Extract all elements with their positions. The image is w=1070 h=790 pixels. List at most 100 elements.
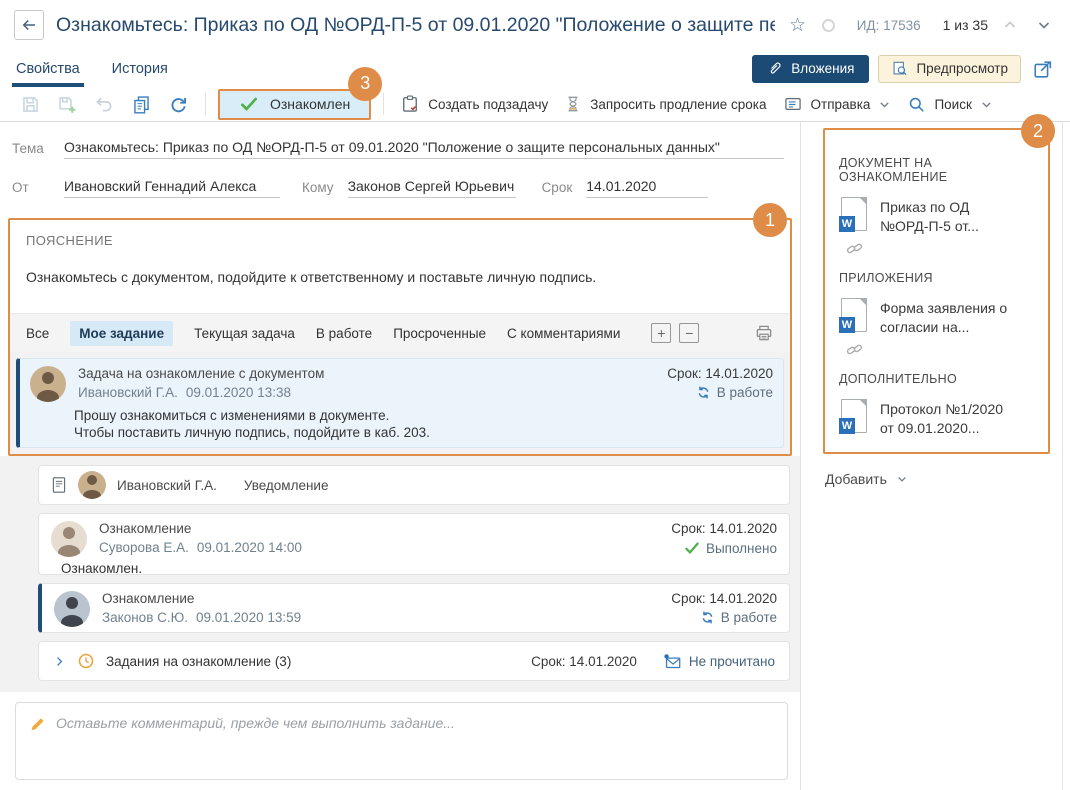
to-label: Кому: [280, 180, 348, 198]
create-subtask-button[interactable]: Создать подзадачу: [392, 89, 556, 119]
link-icon[interactable]: [846, 240, 864, 257]
chevron-down-icon: [896, 473, 908, 485]
envelope-icon: [663, 653, 682, 670]
request-extension-button[interactable]: Запросить продление срока: [556, 89, 774, 119]
next-item-button[interactable]: [1032, 13, 1056, 37]
link-icon[interactable]: [846, 341, 864, 358]
to-field[interactable]: Законов Сергей Юрьевич: [348, 178, 516, 198]
task-form: Тема Ознакомьтесь: Приказ по ОД №ОРД-П-5…: [0, 122, 800, 218]
subject-field[interactable]: Ознакомьтесь: Приказ по ОД №ОРД-П-5 от 0…: [64, 139, 784, 159]
favorite-star-icon[interactable]: ☆: [789, 16, 806, 35]
comment-box[interactable]: [15, 702, 788, 780]
filter-current-task[interactable]: Текущая задача: [194, 326, 295, 341]
send-label: Отправка: [811, 97, 871, 112]
open-in-window-icon[interactable]: [1030, 56, 1056, 82]
tab-history[interactable]: История: [110, 50, 170, 87]
notification-row[interactable]: Ивановский Г.А. Уведомление: [38, 465, 790, 505]
clock-icon: [77, 652, 95, 670]
task-row-completed[interactable]: Ознакомление Суворова Е.А.09.01.2020 14:…: [38, 513, 790, 575]
annotation-badge-2: 2: [1021, 114, 1055, 148]
collapse-all-button[interactable]: −: [679, 323, 699, 343]
task-due: Срок: 14.01.2020: [671, 591, 777, 606]
note-icon: [51, 475, 67, 495]
filter-in-progress[interactable]: В работе: [316, 326, 372, 341]
explanation-text: Ознакомьтесь с документом, подойдите к о…: [26, 269, 774, 285]
attachment-doc[interactable]: W Приказ по ОД №ОРД-П-5 от...: [839, 197, 1038, 236]
expand-all-button[interactable]: +: [651, 323, 671, 343]
task-title: Ознакомление: [99, 521, 302, 536]
preview-button[interactable]: Предпросмотр: [878, 55, 1021, 83]
task-status-label: В работе: [721, 610, 777, 625]
circle-icon: [822, 19, 835, 32]
subtask-icon: [400, 94, 420, 114]
annotation-badge-1: 1: [753, 203, 787, 237]
task-due: Срок: 14.01.2020: [671, 521, 777, 536]
back-arrow-icon: [20, 16, 38, 34]
filter-all[interactable]: Все: [26, 326, 49, 341]
add-attachment-button[interactable]: Добавить: [825, 471, 1070, 487]
chevron-right-icon[interactable]: [53, 655, 66, 668]
task-status-label: Не прочитано: [689, 654, 775, 669]
attachment-doc[interactable]: W Протокол №1/2020 от 09.01.2020...: [839, 399, 1038, 438]
task-author: Суворова Е.А.: [99, 540, 189, 555]
chevron-down-icon: [1036, 17, 1052, 33]
tab-properties[interactable]: Свойства: [14, 50, 82, 87]
check-icon: [239, 94, 259, 114]
send-icon: [783, 94, 803, 114]
refresh-icon[interactable]: [160, 94, 197, 115]
page-title: Ознакомьтесь: Приказ по ОД №ОРД-П-5 от 0…: [56, 14, 775, 37]
back-button[interactable]: [14, 10, 44, 40]
print-icon[interactable]: [754, 323, 774, 343]
copy-icon[interactable]: [123, 94, 160, 115]
attachments-button[interactable]: Вложения: [752, 55, 869, 83]
due-field[interactable]: 14.01.2020: [586, 178, 708, 198]
preview-label: Предпросмотр: [916, 61, 1008, 76]
sync-status-icon: [700, 610, 715, 625]
toolbar-separator: [205, 93, 206, 115]
attachment-doc[interactable]: W Форма заявления о согласии на...: [839, 298, 1038, 337]
task-author: Ивановский Г.А.: [78, 385, 178, 400]
task-status: В работе: [667, 385, 773, 400]
annotation-box-2: 2 ДОКУМЕНТ НА ОЗНАКОМЛЕНИЕ W Приказ по О…: [823, 128, 1050, 454]
avatar: [54, 591, 90, 627]
annotation-box-1: 1 ПОЯСНЕНИЕ Ознакомьтесь с документом, п…: [8, 218, 792, 456]
task-body: Прошу ознакомиться с изменениями в докум…: [74, 407, 773, 441]
comment-input[interactable]: [56, 715, 775, 767]
attachment-name: Протокол №1/2020 от 09.01.2020...: [880, 399, 1003, 438]
send-menu-button[interactable]: Отправка: [775, 89, 900, 119]
task-filter-bar: Все Мое задание Текущая задача В работе …: [10, 313, 790, 352]
toolbar-separator: [383, 93, 384, 115]
task-title: Задача на ознакомление с документом: [78, 366, 324, 381]
create-subtask-label: Создать подзадачу: [428, 97, 548, 112]
task-status-label: В работе: [717, 385, 773, 400]
due-label: Срок: [516, 180, 587, 198]
task-card-main[interactable]: Задача на ознакомление с документом Иван…: [16, 358, 784, 448]
avatar: [51, 521, 87, 557]
section-heading-additional: ДОПОЛНИТЕЛЬНО: [839, 372, 1038, 386]
attachments-label: Вложения: [791, 61, 854, 76]
main-panel: Тема Ознакомьтесь: Приказ по ОД №ОРД-П-5…: [0, 122, 800, 790]
acknowledge-button[interactable]: Ознакомлен: [218, 89, 371, 120]
filter-my-task[interactable]: Мое задание: [70, 321, 173, 346]
task-status: В работе: [671, 610, 777, 625]
from-field[interactable]: Ивановский Геннадий Алекса: [64, 178, 280, 198]
filter-with-comments[interactable]: С комментариями: [507, 326, 620, 341]
current-task-area: Задача на ознакомление с документом Иван…: [10, 352, 790, 454]
avatar: [78, 471, 106, 499]
annotation-badge-3: 3: [348, 67, 382, 101]
task-group-row[interactable]: Задания на ознакомление (3) Срок: 14.01.…: [38, 641, 790, 681]
acknowledge-label: Ознакомлен: [270, 96, 350, 112]
task-body-line: Чтобы поставить личную подпись, подойдит…: [74, 424, 773, 441]
pencil-icon: [28, 715, 46, 733]
search-icon: [907, 95, 926, 114]
search-menu-button[interactable]: Поиск: [899, 89, 1000, 119]
prev-item-button[interactable]: [998, 13, 1022, 37]
search-label: Поиск: [934, 97, 971, 112]
subject-label: Тема: [12, 141, 64, 159]
notification-author: Ивановский Г.А.: [117, 478, 217, 493]
attachment-name: Форма заявления о согласии на...: [880, 298, 1007, 337]
filter-overdue[interactable]: Просроченные: [393, 326, 486, 341]
task-status-label: Выполнено: [706, 541, 777, 556]
task-row-in-progress[interactable]: Ознакомление Законов С.Ю.09.01.2020 13:5…: [38, 583, 790, 633]
undo-icon: [86, 94, 123, 115]
